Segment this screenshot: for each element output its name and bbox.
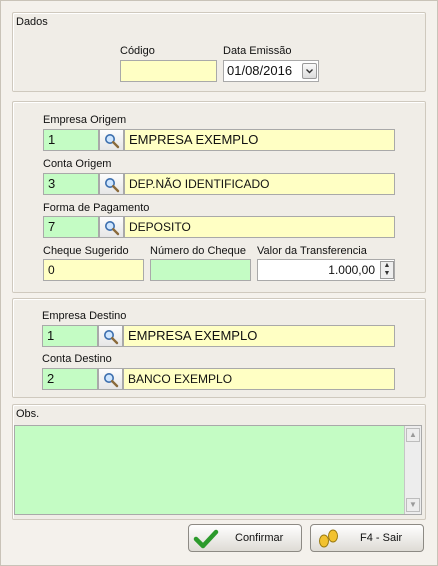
dados-panel bbox=[12, 12, 426, 92]
dados-title: Dados bbox=[16, 16, 48, 28]
sair-label: F4 - Sair bbox=[360, 532, 403, 544]
footprints-icon bbox=[319, 529, 338, 548]
forma-pagamento-code[interactable]: 7 bbox=[43, 216, 99, 238]
spinner-up-icon[interactable]: ▲ bbox=[381, 262, 393, 270]
valor-transferencia-field[interactable]: 1.000,00 bbox=[257, 259, 395, 281]
obs-scrollbar[interactable]: ▲ ▼ bbox=[404, 426, 421, 514]
search-icon bbox=[105, 134, 120, 149]
chevron-down-icon bbox=[306, 69, 313, 74]
valor-transferencia-value: 1.000,00 bbox=[328, 263, 375, 277]
spinner-down-icon[interactable]: ▼ bbox=[381, 270, 393, 278]
data-emissao-label: Data Emissão bbox=[223, 45, 292, 57]
sair-button[interactable]: F4 - Sair bbox=[310, 524, 424, 552]
numero-cheque-label: Número do Cheque bbox=[150, 245, 247, 257]
codigo-field[interactable] bbox=[120, 60, 217, 82]
empresa-origem-label: Empresa Origem bbox=[43, 114, 127, 126]
obs-label: Obs. bbox=[16, 408, 40, 420]
conta-destino-label: Conta Destino bbox=[42, 353, 112, 365]
conta-origem-code[interactable]: 3 bbox=[43, 173, 99, 195]
numero-cheque-field[interactable] bbox=[150, 259, 251, 281]
valor-spinner[interactable]: ▲ ▼ bbox=[380, 261, 394, 279]
search-icon bbox=[104, 330, 119, 345]
empresa-origem-name[interactable]: EMPRESA EXEMPLO bbox=[124, 129, 395, 151]
empresa-destino-name[interactable]: EMPRESA EXEMPLO bbox=[123, 325, 395, 347]
cheque-sugerido-field[interactable]: 0 bbox=[43, 259, 144, 281]
conta-destino-search-button[interactable] bbox=[98, 368, 123, 390]
scroll-up-icon[interactable]: ▲ bbox=[406, 428, 420, 442]
empresa-origem-search-button[interactable] bbox=[99, 129, 124, 151]
conta-origem-name[interactable]: DEP.NÃO IDENTIFICADO bbox=[124, 173, 395, 195]
conta-destino-code[interactable]: 2 bbox=[42, 368, 98, 390]
conta-origem-search-button[interactable] bbox=[99, 173, 124, 195]
conta-destino-name[interactable]: BANCO EXEMPLO bbox=[123, 368, 395, 390]
forma-pagamento-label: Forma de Pagamento bbox=[43, 202, 150, 214]
codigo-label: Código bbox=[120, 45, 155, 57]
empresa-origem-code[interactable]: 1 bbox=[43, 129, 99, 151]
obs-textarea[interactable] bbox=[14, 425, 422, 515]
search-icon bbox=[105, 178, 120, 193]
search-icon bbox=[105, 221, 120, 236]
confirmar-label: Confirmar bbox=[235, 532, 284, 544]
confirmar-button[interactable]: Confirmar bbox=[188, 524, 302, 552]
search-icon bbox=[104, 373, 119, 388]
forma-pagamento-search-button[interactable] bbox=[99, 216, 124, 238]
empresa-destino-label: Empresa Destino bbox=[42, 310, 127, 322]
conta-origem-label: Conta Origem bbox=[43, 158, 112, 170]
empresa-destino-code[interactable]: 1 bbox=[42, 325, 98, 347]
valor-transferencia-label: Valor da Transferencia bbox=[257, 245, 367, 257]
scroll-down-icon[interactable]: ▼ bbox=[406, 498, 420, 512]
cheque-sugerido-label: Cheque Sugerido bbox=[43, 245, 129, 257]
forma-pagamento-name[interactable]: DEPOSITO bbox=[124, 216, 395, 238]
date-dropdown-button[interactable] bbox=[302, 63, 317, 79]
empresa-destino-search-button[interactable] bbox=[98, 325, 123, 347]
data-emissao-value: 01/08/2016 bbox=[227, 63, 293, 78]
check-icon bbox=[193, 529, 219, 549]
